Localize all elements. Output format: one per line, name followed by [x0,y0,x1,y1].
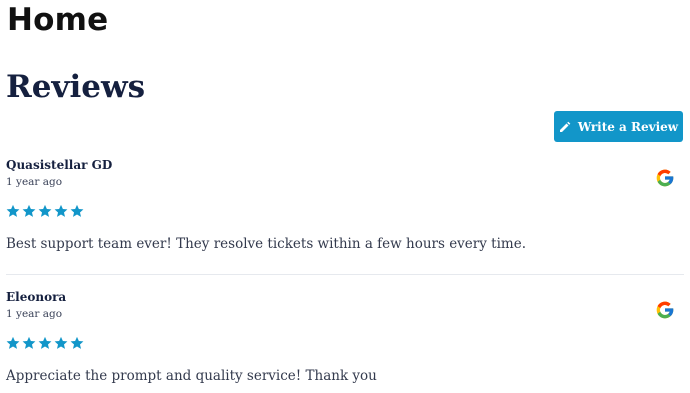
review-text: Appreciate the prompt and quality servic… [6,368,377,384]
pencil-icon [559,121,571,132]
review-card: Quasistellar GD 1 year ago Best support … [6,156,684,275]
page-title: Home [7,2,109,38]
star-rating [6,336,84,350]
reviews-heading: Reviews [6,69,146,105]
star-icon [6,204,20,217]
star-icon [70,336,84,349]
review-text: Best support team ever! They resolve tic… [6,236,526,252]
reviewer-name: Eleonora [6,290,67,304]
star-icon [54,336,68,349]
reviewer-name: Quasistellar GD [6,158,113,172]
review-card: Eleonora 1 year ago Appreciate the promp… [6,288,684,388]
star-icon [22,336,36,349]
star-icon [54,204,68,217]
review-time: 1 year ago [6,176,63,188]
star-icon [70,204,84,217]
star-rating [6,204,84,218]
google-icon [656,301,674,319]
star-icon [6,336,20,349]
review-time: 1 year ago [6,308,63,320]
star-icon [38,204,52,217]
write-review-label: Write a Review [577,119,679,134]
star-icon [22,204,36,217]
write-review-button[interactable]: Write a Review [554,111,683,142]
star-icon [38,336,52,349]
google-icon [656,169,674,187]
